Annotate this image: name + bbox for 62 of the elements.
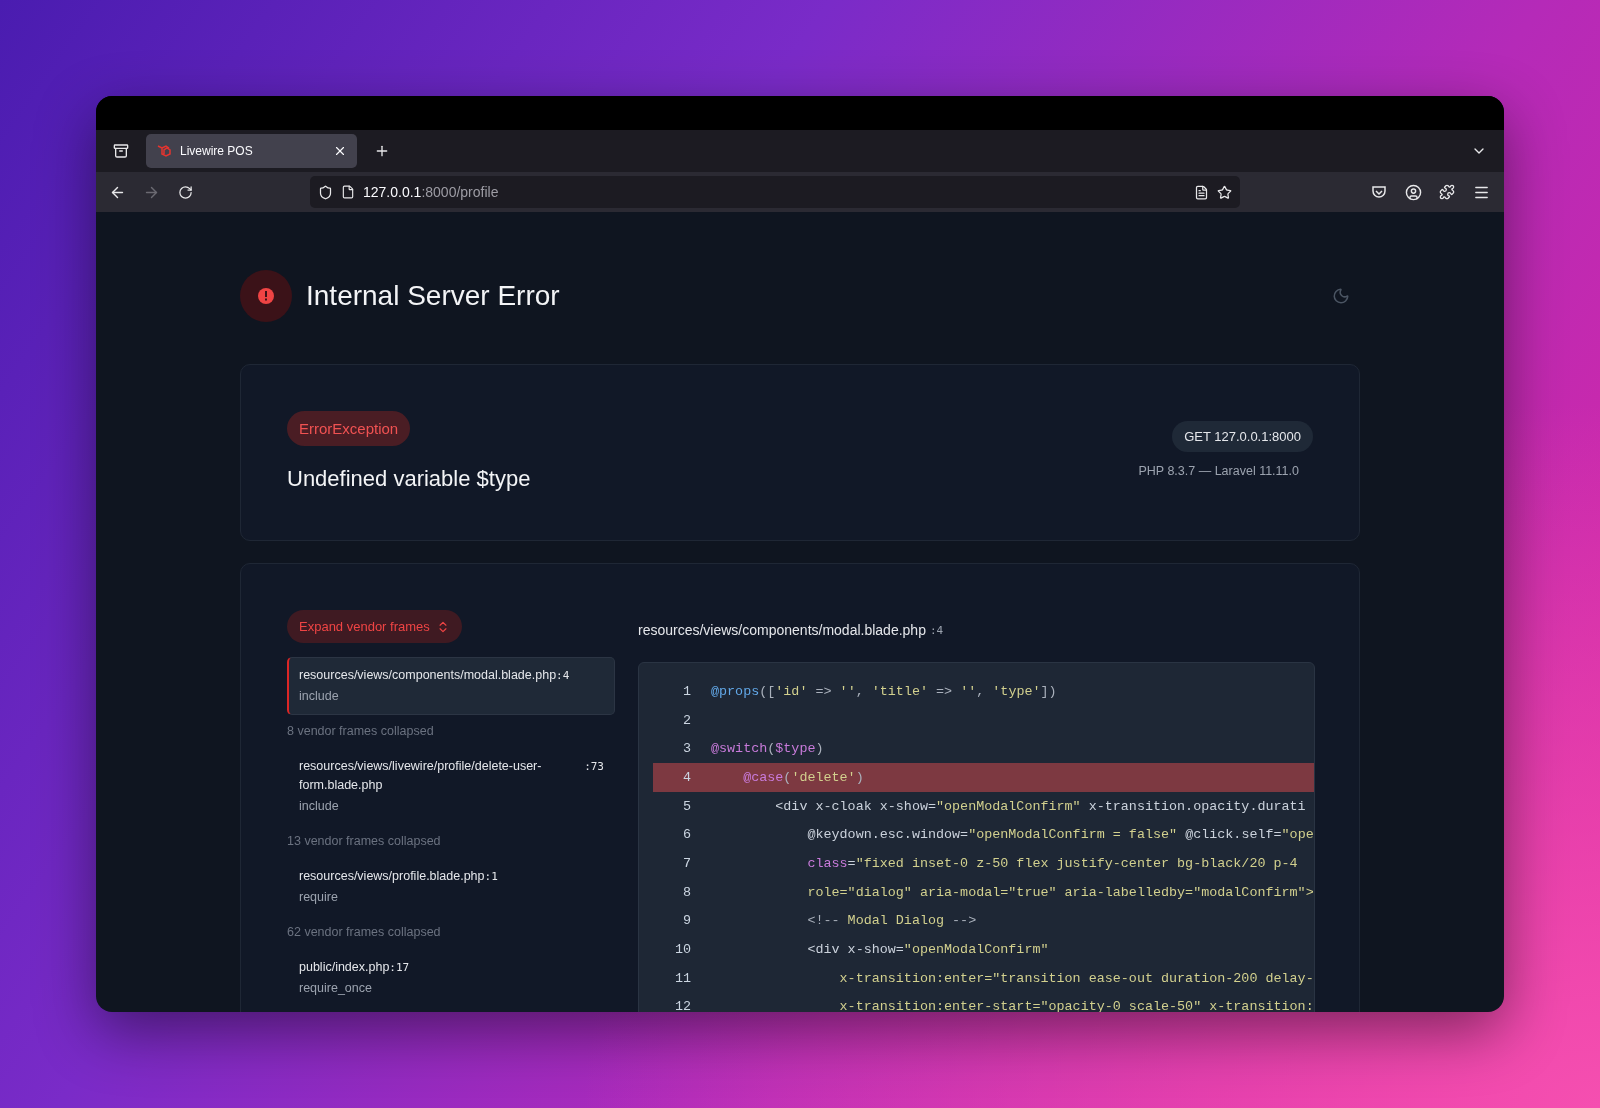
frame-line: :73 bbox=[584, 759, 604, 775]
url-text: 127.0.0.1:8000/profile bbox=[363, 184, 500, 200]
frame-call: include bbox=[299, 798, 340, 815]
expand-vendor-frames-button[interactable]: Expand vendor frames bbox=[287, 610, 462, 643]
file-line-number: :4 bbox=[929, 623, 944, 637]
line-number: 2 bbox=[681, 712, 691, 728]
line-number: 5 bbox=[681, 798, 691, 814]
close-icon[interactable] bbox=[333, 144, 347, 158]
stack-frame[interactable]: resources/views/profile.blade.php:1 require bbox=[287, 858, 615, 916]
frame-line: :17 bbox=[389, 960, 410, 976]
pocket-icon[interactable] bbox=[1371, 184, 1387, 200]
code-line: <!-- Modal Dialog --> bbox=[806, 913, 977, 929]
page-icon bbox=[341, 185, 355, 199]
frame-call: include bbox=[299, 688, 340, 705]
collapsed-frames-label[interactable]: 13 vendor frames collapsed bbox=[287, 825, 615, 858]
stack-frame[interactable]: public/index.php:17 require_once bbox=[287, 949, 615, 1007]
code-line: @keydown.esc.window="openModalConfirm = false" @click.self="ope bbox=[806, 827, 1314, 843]
page-title: Internal Server Error bbox=[306, 280, 561, 312]
browser-tab[interactable]: Livewire POS bbox=[146, 134, 357, 168]
frame-call: require bbox=[299, 889, 339, 906]
stack-frame[interactable]: resources/views/components/modal.blade.php:4 include bbox=[287, 657, 615, 715]
collapsed-frames-label[interactable]: 8 vendor frames collapsed bbox=[287, 715, 615, 748]
address-bar[interactable]: 127.0.0.1:8000/profile bbox=[310, 176, 1240, 208]
tab-title: Livewire POS bbox=[180, 144, 254, 158]
code-line: x-transition:enter="transition ease-out duration-200 delay- bbox=[838, 970, 1314, 986]
moon-icon[interactable] bbox=[1332, 287, 1350, 305]
collapsed-frames-label[interactable]: 62 vendor frames collapsed bbox=[287, 916, 615, 949]
line-number: 1 bbox=[681, 683, 691, 699]
stack-frame[interactable]: resources/views/livewire/profile/delete-user-form.blade.php :73 include bbox=[287, 748, 615, 825]
error-icon bbox=[240, 270, 292, 322]
exception-class-badge: ErrorException bbox=[287, 411, 411, 446]
line-number: 12 bbox=[673, 999, 691, 1012]
frame-line: :4 bbox=[556, 668, 570, 684]
code-line: role="dialog" aria-modal="true" aria-labelledby="modalConfirm"> bbox=[806, 884, 1314, 900]
frame-call: require_once bbox=[299, 980, 373, 997]
code-line: class="fixed inset-0 z-50 flex justify-center bg-black/20 p-4 bbox=[806, 855, 1298, 871]
reader-view-icon[interactable] bbox=[1194, 184, 1209, 200]
frame-line: :1 bbox=[484, 869, 498, 885]
code-line: @switch($type) bbox=[711, 741, 824, 757]
code-line: @props(['id' => '', 'title' => '', 'type']) bbox=[711, 683, 1057, 699]
line-number: 10 bbox=[673, 942, 691, 958]
line-number: 4 bbox=[681, 769, 691, 785]
code-line: @case('delete') bbox=[742, 769, 864, 785]
code-line: <div x-cloak x-show="openModalConfirm" x-transition.opacity.durati bbox=[774, 798, 1306, 814]
line-number: 8 bbox=[681, 884, 691, 900]
line-number: 3 bbox=[681, 741, 691, 757]
line-number: 11 bbox=[673, 970, 691, 986]
line-number: 7 bbox=[681, 855, 691, 871]
request-pill: GET 127.0.0.1:8000 bbox=[1172, 421, 1313, 452]
star-icon[interactable] bbox=[1217, 184, 1232, 200]
line-number: 6 bbox=[681, 827, 691, 843]
exception-message: Undefined variable $type bbox=[287, 466, 531, 492]
frame-file: resources/views/livewire/profile/delete-user-form.blade.php bbox=[299, 758, 543, 794]
code-line: <div x-show="openModalConfirm" bbox=[806, 942, 1049, 958]
favicon-icon bbox=[156, 143, 172, 159]
line-number: 9 bbox=[681, 913, 691, 929]
file-path: resources/views/components/modal.blade.php bbox=[638, 622, 926, 638]
version-info: PHP 8.3.7 — Laravel 11.11.0 bbox=[1138, 464, 1299, 478]
frame-file: resources/views/profile.blade.php bbox=[299, 868, 485, 885]
shield-icon[interactable] bbox=[318, 184, 333, 200]
frame-file: public/index.php bbox=[299, 959, 390, 976]
frame-file: resources/views/components/modal.blade.php bbox=[299, 667, 557, 684]
